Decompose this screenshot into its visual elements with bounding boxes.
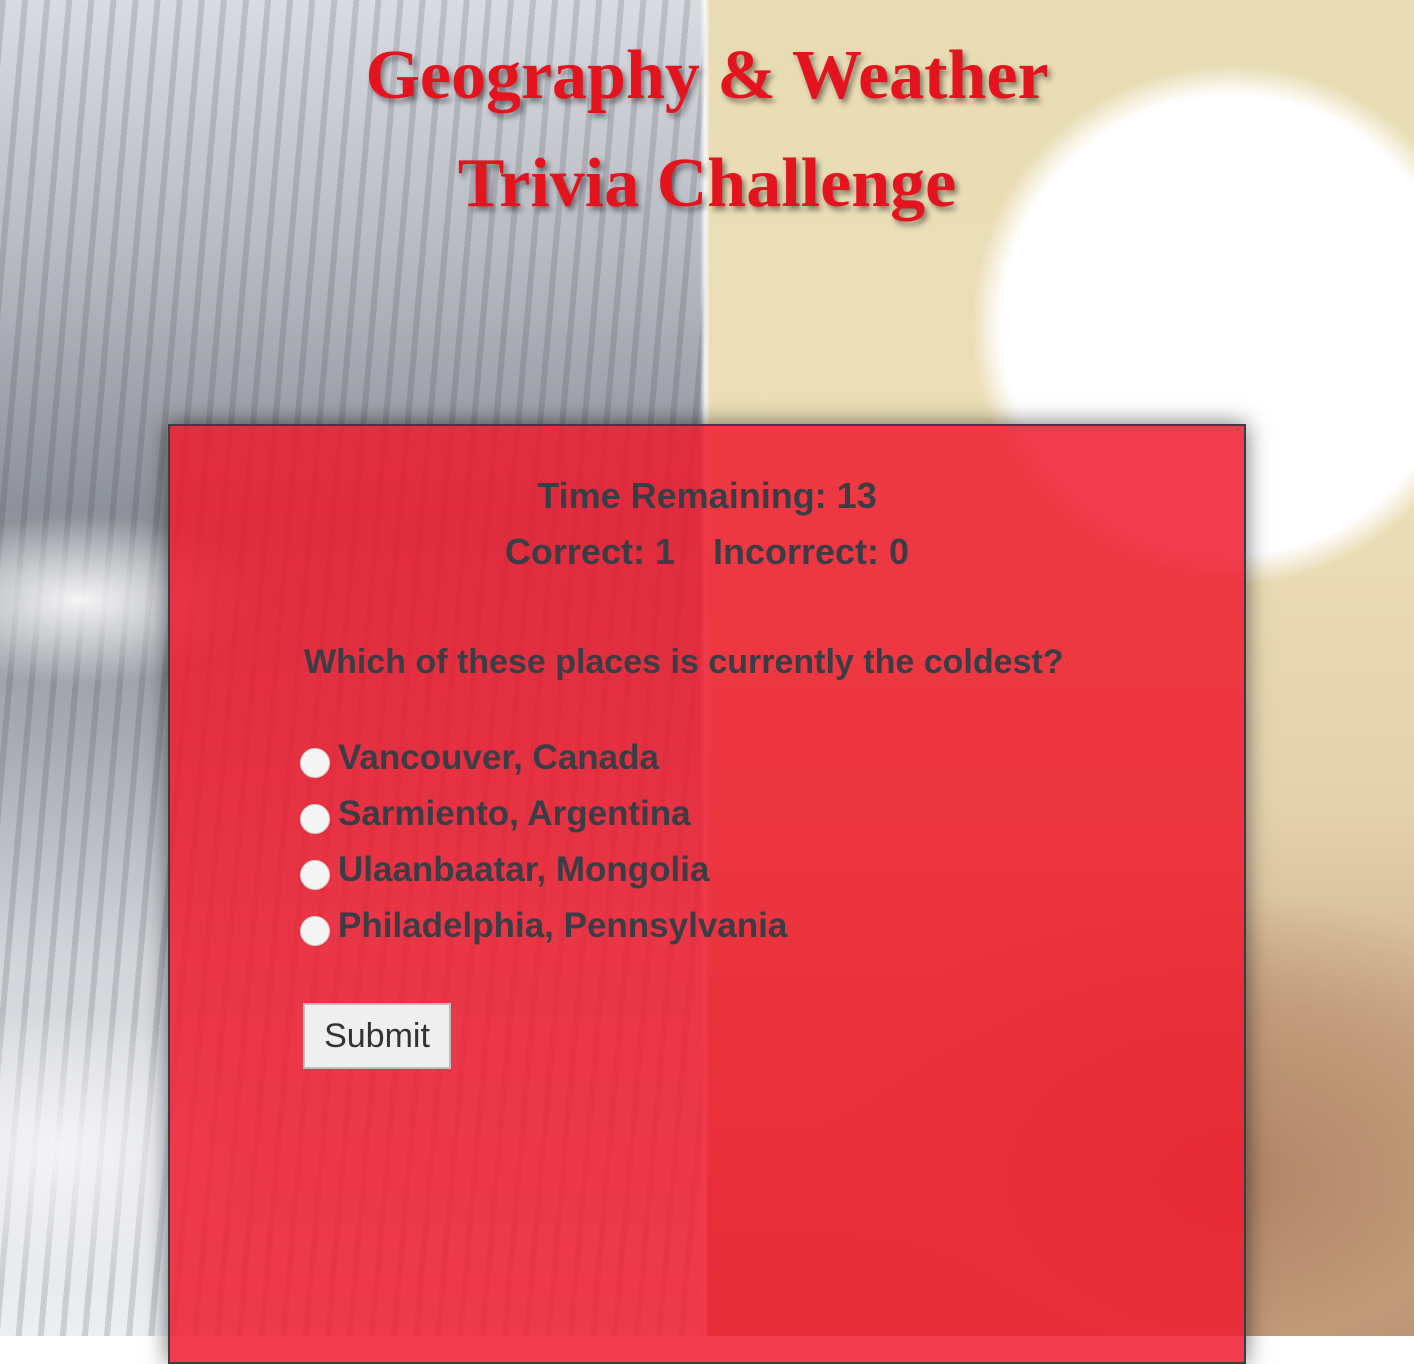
option-label: Vancouver, Canada — [338, 738, 659, 777]
page-title: Geography & Weather Trivia Challenge — [0, 22, 1414, 238]
option-label: Philadelphia, Pennsylvania — [338, 906, 788, 945]
option-vancouver[interactable]: Vancouver, Canada — [300, 730, 787, 786]
option-label: Sarmiento, Argentina — [338, 794, 691, 833]
incorrect-count: Incorrect: 0 — [712, 531, 910, 572]
option-radio[interactable] — [300, 860, 330, 890]
title-line-2: Trivia Challenge — [457, 145, 957, 222]
submit-button[interactable]: Submit — [303, 1003, 451, 1069]
option-radio[interactable] — [300, 748, 330, 778]
option-label: Ulaanbaatar, Mongolia — [338, 850, 710, 889]
option-philadelphia[interactable]: Philadelphia, Pennsylvania — [300, 898, 787, 954]
correct-count: Correct: 1 — [504, 531, 675, 572]
quiz-panel: Time Remaining: 13 Correct: 1 Incorrect: … — [168, 424, 1246, 1364]
time-remaining: Time Remaining: 13 — [537, 475, 877, 516]
score-line: Correct: 1 Incorrect: 0 — [170, 530, 1244, 574]
option-sarmiento[interactable]: Sarmiento, Argentina — [300, 786, 787, 842]
title-line-1: Geography & Weather — [365, 37, 1049, 114]
answer-options: Vancouver, Canada Sarmiento, Argentina U… — [300, 730, 787, 954]
option-radio[interactable] — [300, 804, 330, 834]
question-text: Which of these places is currently the c… — [304, 643, 1064, 681]
option-radio[interactable] — [300, 916, 330, 946]
option-ulaanbaatar[interactable]: Ulaanbaatar, Mongolia — [300, 842, 787, 898]
